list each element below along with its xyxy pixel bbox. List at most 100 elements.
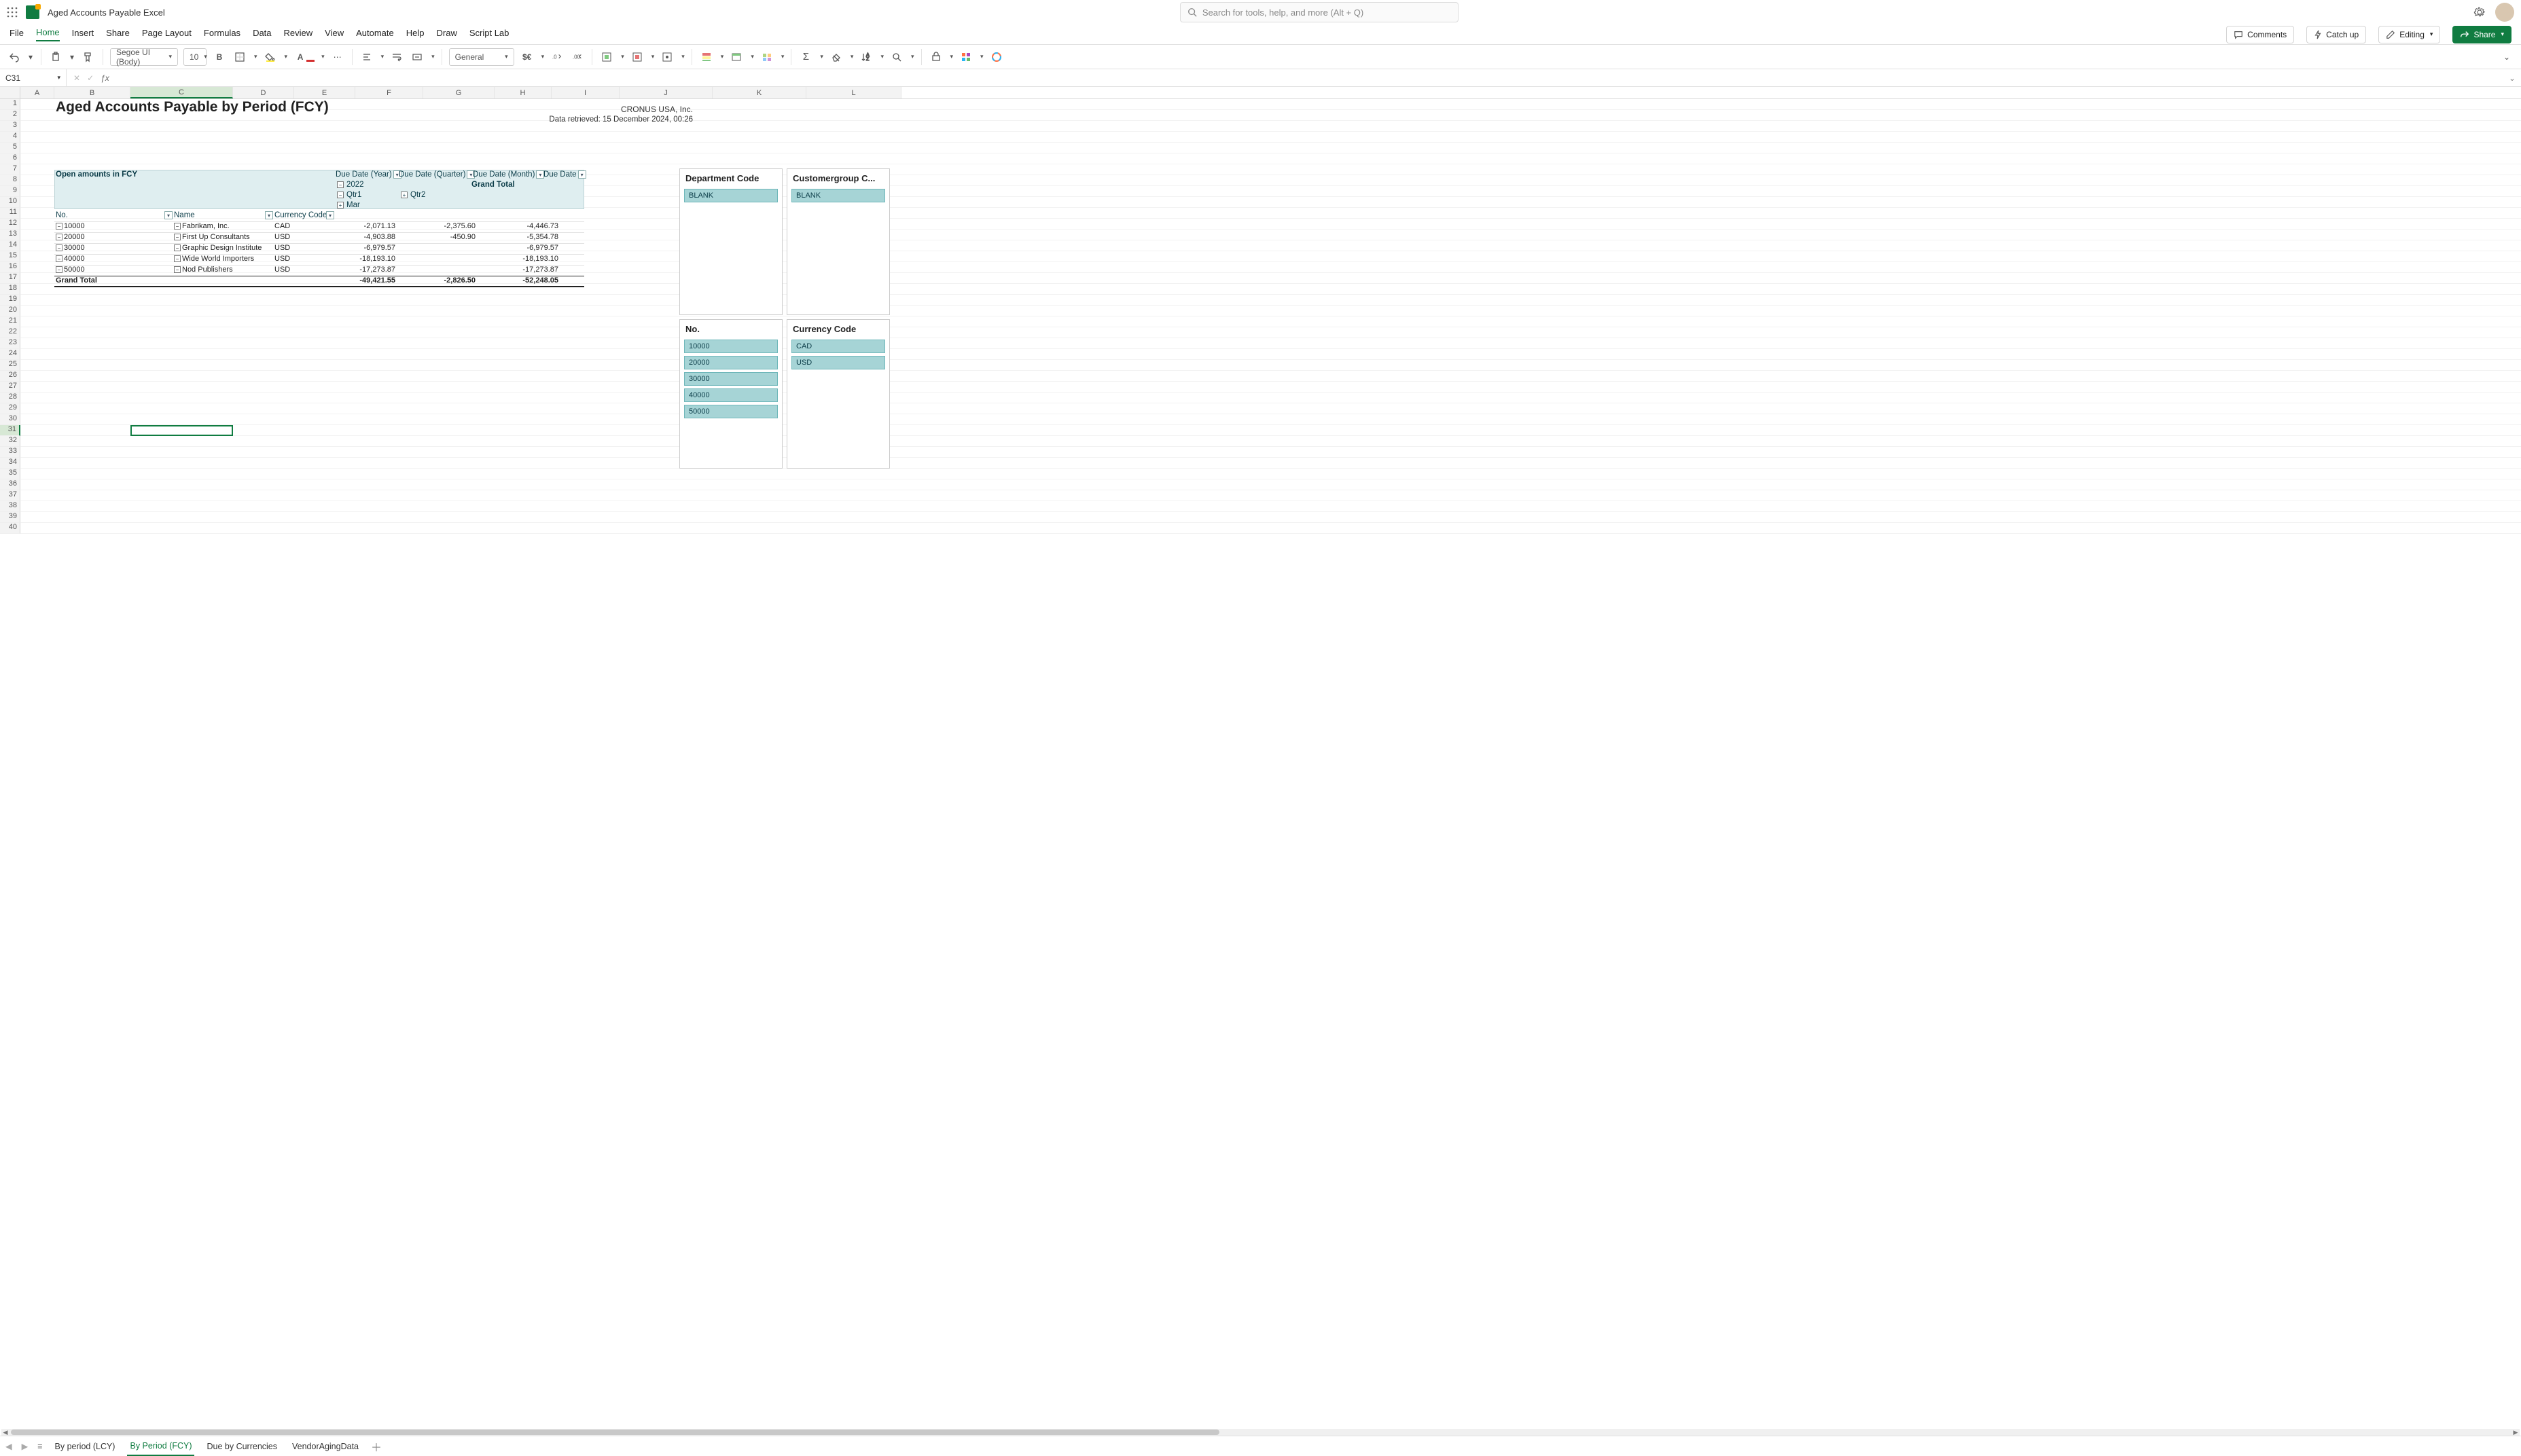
menu-draw[interactable]: Draw [437, 28, 457, 41]
row-header[interactable]: 37 [0, 490, 20, 501]
collapse-icon[interactable]: − [56, 223, 62, 230]
menu-view[interactable]: View [325, 28, 344, 41]
scroll-right-icon[interactable]: ▶ [2511, 1429, 2520, 1436]
slicer-department[interactable]: Department Code BLANK [679, 168, 783, 315]
table-row[interactable]: −40000 −Wide World Importers USD -18,193… [54, 254, 584, 265]
undo-button[interactable] [7, 50, 22, 65]
slicer-item[interactable]: 30000 [684, 372, 778, 386]
row-header[interactable]: 21 [0, 316, 20, 327]
row-header[interactable]: 17 [0, 273, 20, 284]
select-all-corner[interactable] [0, 87, 20, 98]
format-cells-button[interactable] [660, 50, 675, 65]
pivot-qtr1[interactable]: −Qtr1 [337, 191, 361, 199]
wrap-text-button[interactable] [389, 50, 404, 65]
menu-insert[interactable]: Insert [72, 28, 94, 41]
app-launcher-icon[interactable] [7, 7, 18, 18]
slicer-item[interactable]: 10000 [684, 340, 778, 353]
row-header[interactable]: 26 [0, 371, 20, 382]
row-header[interactable]: 5 [0, 143, 20, 153]
row-header[interactable]: 7 [0, 164, 20, 175]
collapse-icon[interactable]: − [174, 223, 181, 230]
row-header[interactable]: 15 [0, 251, 20, 262]
row-header[interactable]: 32 [0, 436, 20, 447]
font-size-combo[interactable]: 10▾ [183, 48, 207, 66]
row-header[interactable]: 22 [0, 327, 20, 338]
more-font-options[interactable]: ⋯ [330, 50, 345, 65]
row-header[interactable]: 38 [0, 501, 20, 512]
pivot-qtr2[interactable]: +Qtr2 [401, 191, 425, 199]
row-header[interactable]: 10 [0, 197, 20, 208]
row-header[interactable]: 25 [0, 360, 20, 371]
search-input[interactable]: Search for tools, help, and more (Alt + … [1180, 2, 1459, 22]
autosum-button[interactable]: Σ [798, 50, 813, 65]
increase-decimal-button[interactable]: .0 [550, 50, 565, 65]
conditional-formatting-button[interactable] [699, 50, 714, 65]
format-as-table-button[interactable] [729, 50, 744, 65]
spreadsheet-grid[interactable]: A B C D E F G H I J K L 1234567891011121… [0, 87, 2521, 1436]
slicer-item[interactable]: BLANK [791, 189, 885, 202]
sort-filter-button[interactable]: AZ [859, 50, 874, 65]
table-row[interactable]: −50000 −Nod Publishers USD -17,273.87 -1… [54, 265, 584, 276]
fx-icon[interactable]: ƒx [101, 73, 109, 83]
menu-page-layout[interactable]: Page Layout [142, 28, 192, 41]
table-row[interactable]: −30000 −Graphic Design Institute USD -6,… [54, 243, 584, 254]
row-header[interactable]: 12 [0, 219, 20, 230]
format-painter-button[interactable] [81, 50, 96, 65]
accept-formula-icon[interactable]: ✓ [87, 73, 94, 83]
pivot-year-value[interactable]: −2022 [337, 181, 364, 189]
row-header[interactable]: 1 [0, 99, 20, 110]
share-button[interactable]: Share ▾ [2452, 26, 2511, 43]
user-avatar[interactable] [2495, 3, 2514, 22]
row-header[interactable]: 8 [0, 175, 20, 186]
row-header[interactable]: 31 [0, 425, 20, 436]
table-row[interactable]: −10000 −Fabrikam, Inc. CAD -2,071.13 -2,… [54, 221, 584, 232]
row-header[interactable]: 13 [0, 230, 20, 240]
row-header[interactable]: 20 [0, 306, 20, 316]
undo-split[interactable]: ▾ [27, 50, 34, 65]
document-title[interactable]: Aged Accounts Payable Excel [48, 7, 165, 18]
align-button[interactable] [359, 50, 374, 65]
add-sheet-button[interactable]: ＋ [371, 1438, 382, 1455]
slicer-item[interactable]: 20000 [684, 356, 778, 369]
filter-name-button[interactable]: ▾ [265, 211, 273, 219]
row-header[interactable]: 19 [0, 295, 20, 306]
scrollbar-thumb[interactable] [11, 1430, 1219, 1435]
slicer-item[interactable]: 40000 [684, 388, 778, 402]
cancel-formula-icon[interactable]: ✕ [73, 73, 80, 83]
sheet-tab[interactable]: By Period (FCY) [127, 1437, 194, 1456]
editing-mode-button[interactable]: Editing ▾ [2378, 26, 2440, 43]
row-header[interactable]: 24 [0, 349, 20, 360]
formula-bar-expand[interactable]: ⌄ [2509, 73, 2521, 83]
fill-color-button[interactable] [263, 50, 278, 65]
cell-styles-button[interactable] [759, 50, 774, 65]
slicer-no[interactable]: No. 10000 20000 30000 40000 50000 [679, 319, 783, 469]
scroll-left-icon[interactable]: ◀ [1, 1429, 10, 1436]
table-row[interactable]: −20000 −First Up Consultants USD -4,903.… [54, 232, 584, 243]
expand-icon[interactable]: + [337, 202, 344, 208]
copilot-button[interactable] [989, 50, 1004, 65]
menu-review[interactable]: Review [284, 28, 313, 41]
name-box[interactable]: C31 ▾ [0, 69, 67, 86]
filter-no-button[interactable]: ▾ [164, 211, 173, 219]
insert-cells-button[interactable] [599, 50, 614, 65]
menu-help[interactable]: Help [406, 28, 425, 41]
row-header[interactable]: 11 [0, 208, 20, 219]
sheet-tab[interactable]: Due by Currencies [204, 1438, 280, 1455]
slicer-customergroup[interactable]: Customergroup C... BLANK [787, 168, 890, 315]
row-header[interactable]: 4 [0, 132, 20, 143]
row-header[interactable]: 18 [0, 284, 20, 295]
row-header[interactable]: 27 [0, 382, 20, 393]
pivot-month-mar[interactable]: +Mar [337, 201, 360, 209]
delete-cells-button[interactable] [630, 50, 645, 65]
decrease-decimal-button[interactable]: .00 [570, 50, 585, 65]
font-color-button[interactable]: A [293, 50, 308, 65]
row-header[interactable]: 9 [0, 186, 20, 197]
menu-automate[interactable]: Automate [356, 28, 394, 41]
sheet-tab[interactable]: By period (LCY) [52, 1438, 118, 1455]
row-header[interactable]: 28 [0, 393, 20, 403]
row-header[interactable]: 30 [0, 414, 20, 425]
gear-icon[interactable] [2473, 6, 2486, 18]
find-button[interactable] [889, 50, 904, 65]
menu-formulas[interactable]: Formulas [204, 28, 240, 41]
filter-currency-button[interactable]: ▾ [326, 211, 334, 219]
